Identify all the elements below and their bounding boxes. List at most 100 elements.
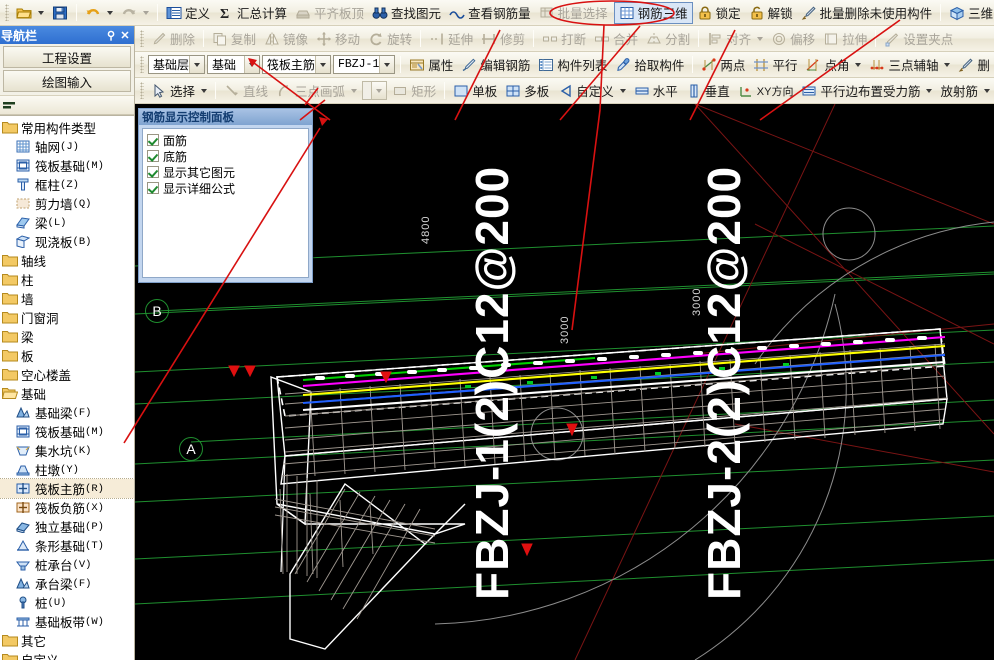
tree-item-条形基础[interactable]: 条形基础 (T) (0, 536, 134, 555)
flush-slab-top-button[interactable]: 平齐板顶 (291, 2, 368, 24)
point-angle-button[interactable]: 点角 (801, 54, 865, 76)
chevron-down-icon[interactable] (189, 56, 205, 73)
find-element-button[interactable]: 查找图元 (368, 2, 445, 24)
chevron-down-icon[interactable] (107, 10, 113, 15)
view-3d-button[interactable]: 三维 (945, 2, 994, 24)
select-tool-button[interactable]: 选择 (147, 80, 211, 102)
tree-item-基础[interactable]: 基础 (0, 384, 134, 403)
summary-calc-button[interactable]: Σ 汇总计算 (214, 2, 291, 24)
extend-button[interactable]: 延伸 (425, 28, 477, 50)
chevron-down-icon[interactable] (243, 56, 259, 73)
tree-item-门窗洞[interactable]: 门窗洞 (0, 308, 134, 327)
batch-delete-unused-button[interactable]: 批量删除未使用构件 (797, 2, 937, 24)
align-button[interactable]: 对齐 (703, 28, 767, 50)
member-type-select[interactable]: 筏板主筋 (261, 55, 331, 74)
chevron-down-icon[interactable] (351, 88, 358, 93)
three-point-arc-button[interactable]: 三点画弧 (272, 80, 361, 102)
tree-item-梁[interactable]: 梁 (L) (0, 213, 134, 232)
trim-button[interactable]: 修剪 (477, 28, 529, 50)
tree-item-柱墩[interactable]: 柱墩 (Y) (0, 460, 134, 479)
tree-item-现浇板[interactable]: 现浇板 (B) (0, 232, 134, 251)
move-button[interactable]: 移动 (312, 28, 364, 50)
chevron-down-icon[interactable] (984, 88, 990, 93)
show-detail-formula-checkbox[interactable] (147, 182, 159, 194)
chevron-down-icon[interactable] (143, 10, 149, 15)
rebar-3d-button[interactable]: 钢筋三维 (613, 1, 693, 24)
collapse-tree-icon[interactable] (2, 97, 18, 113)
tree-item-板[interactable]: 板 (0, 346, 134, 365)
radial-rebar-button[interactable]: 放射筋 (936, 80, 994, 102)
xy-direction-button[interactable]: XY方向 (734, 80, 798, 102)
component-tree[interactable]: 常用构件类型 轴网 (J) 筏板基础 (M) 框柱 (Z) 剪力墙 (Q) 梁 (L) 现浇板 (B) 轴… (0, 115, 134, 660)
unlock-button[interactable]: 解锁 (745, 2, 797, 24)
mirror-button[interactable]: 镜像 (260, 28, 312, 50)
open-button[interactable] (12, 2, 48, 24)
chevron-down-icon[interactable] (201, 88, 208, 93)
toolbar-grip[interactable] (140, 82, 144, 99)
set-grip-button[interactable]: 设置夹点 (880, 28, 957, 50)
pick-member-button[interactable]: 拾取构件 (611, 54, 688, 76)
merge-button[interactable]: 合并 (590, 28, 642, 50)
checkbox-row-bottom-rebar[interactable]: 底筋 (147, 148, 304, 164)
tree-item-轴线[interactable]: 轴线 (0, 251, 134, 270)
floor-select[interactable]: 基础层 (148, 55, 206, 74)
toolbar-grip[interactable] (140, 30, 144, 47)
define-button[interactable]: 定义 (162, 2, 214, 24)
parallel-button[interactable]: 平行 (749, 54, 801, 76)
three-point-aux-axis-button[interactable]: 三点辅轴 (865, 54, 954, 76)
chevron-down-icon[interactable] (926, 88, 933, 93)
tree-item-筏板基础[interactable]: 筏板基础 (M) (0, 156, 134, 175)
stretch-button[interactable]: 拉伸 (819, 28, 871, 50)
chevron-down-icon[interactable] (757, 36, 764, 41)
chevron-down-icon[interactable] (38, 10, 44, 15)
checkbox-row-show-detail-formula[interactable]: 显示详细公式 (147, 180, 304, 196)
member-list-button[interactable]: 构件列表 (534, 54, 611, 76)
parallel-edge-main-rebar-button[interactable]: 平行边布置受力筋 (797, 80, 936, 102)
copy-button[interactable]: 复制 (208, 28, 260, 50)
tree-item-其它[interactable]: 其它 (0, 631, 134, 650)
redo-button[interactable] (117, 2, 153, 24)
tree-item-基础梁[interactable]: 基础梁 (F) (0, 403, 134, 422)
save-button[interactable] (48, 2, 72, 24)
tree-item-桩[interactable]: 桩 (U) (0, 593, 134, 612)
tree-item-筏板负筋[interactable]: 筏板负筋 (X) (0, 498, 134, 517)
tree-item-承台梁[interactable]: 承台梁 (F) (0, 574, 134, 593)
chevron-down-icon[interactable] (944, 62, 951, 67)
edit-rebar-button[interactable]: 编辑钢筋 (457, 54, 534, 76)
tree-item-梁[interactable]: 梁 (0, 327, 134, 346)
tree-item-常用构件类型[interactable]: 常用构件类型 (0, 118, 134, 137)
custom-shape-button[interactable]: 自定义 (553, 80, 630, 102)
tree-item-墙[interactable]: 墙 (0, 289, 134, 308)
tree-item-框柱[interactable]: 框柱 (Z) (0, 175, 134, 194)
bottom-rebar-checkbox[interactable] (147, 150, 159, 162)
rectangle-tool-button[interactable]: 矩形 (388, 80, 440, 102)
toolbar-grip[interactable] (140, 56, 144, 73)
chevron-down-icon[interactable] (619, 88, 626, 93)
line-tool-button[interactable]: 直线 (220, 80, 272, 102)
tree-item-筏板主筋[interactable]: 筏板主筋 (R) (0, 478, 134, 499)
tree-item-基础板带[interactable]: 基础板带 (W) (0, 612, 134, 631)
tree-item-剪力墙[interactable]: 剪力墙 (Q) (0, 194, 134, 213)
tree-item-空心楼盖[interactable]: 空心楼盖 (0, 365, 134, 384)
toolbar-grip[interactable] (5, 4, 9, 21)
vertical-button[interactable]: 垂直 (682, 80, 734, 102)
drawing-input-button[interactable]: 绘图输入 (3, 70, 131, 92)
checkbox-row-show-other-elements[interactable]: 显示其它图元 (147, 164, 304, 180)
offset-button[interactable]: 偏移 (767, 28, 819, 50)
chevron-down-icon[interactable] (314, 56, 330, 73)
tree-item-桩承台[interactable]: 桩承台 (V) (0, 555, 134, 574)
member-name-select[interactable]: FBZJ-1 (332, 55, 396, 74)
close-icon[interactable]: ✕ (118, 29, 132, 42)
horizontal-button[interactable]: 水平 (630, 80, 682, 102)
tree-item-筏板基础[interactable]: 筏板基础 (M) (0, 422, 134, 441)
lock-button[interactable]: 锁定 (693, 2, 745, 24)
rotate-button[interactable]: 旋转 (364, 28, 416, 50)
tree-item-轴网[interactable]: 轴网 (J) (0, 137, 134, 156)
show-other-elements-checkbox[interactable] (147, 166, 159, 178)
drawing-canvas[interactable]: B A FBZJ-1(2)C12@200 FBZJ-2(2)C12@200 48… (135, 104, 994, 660)
project-settings-button[interactable]: 工程设置 (3, 46, 131, 68)
category-select[interactable]: 基础 (207, 55, 260, 74)
checkbox-row-top-rebar[interactable]: 面筋 (147, 132, 304, 148)
single-slab-button[interactable]: 单板 (449, 80, 501, 102)
pin-icon[interactable]: ⚲ (104, 29, 118, 42)
